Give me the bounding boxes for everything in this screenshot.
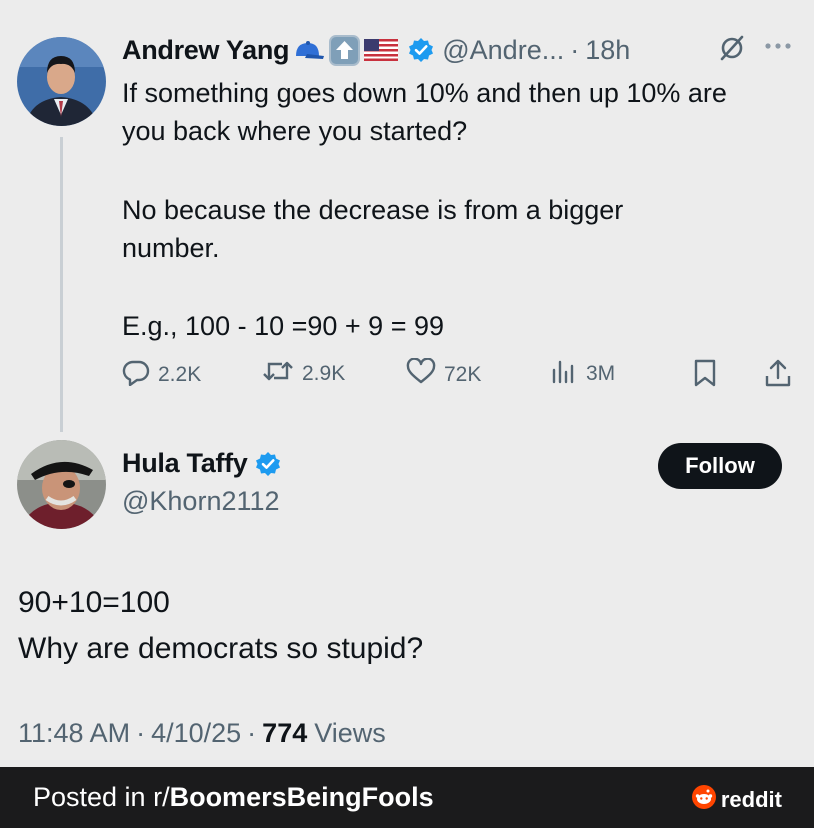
tweet-age[interactable]: 18h <box>585 35 630 66</box>
reply-view-count: 774 <box>262 718 308 748</box>
reply-icon <box>122 358 158 392</box>
meta-separator: · <box>136 718 146 748</box>
share-icon <box>764 358 800 394</box>
reddit-footer: Posted in r/BoomersBeingFools reddit <box>0 767 814 828</box>
reply-text-line: Why are democrats so stupid? <box>18 632 424 665</box>
avatar-hula-taffy[interactable] <box>17 440 106 529</box>
cap-emoji-icon <box>293 39 325 61</box>
views-button[interactable]: 3M <box>550 358 615 390</box>
grok-icon[interactable] <box>718 34 746 62</box>
posted-prefix: Posted in r/ <box>33 782 170 812</box>
up-arrow-emoji-icon <box>329 34 361 66</box>
tweet-action-bar: 2.2K 2.9K 72K 3M <box>122 357 794 394</box>
reply-author-handle[interactable]: @Khorn2112 <box>122 486 280 517</box>
tweet-text-line: No because the decrease is from a bigger <box>122 195 624 225</box>
subreddit-name[interactable]: BoomersBeingFools <box>170 782 434 812</box>
reddit-brand: reddit <box>691 785 782 815</box>
follow-button[interactable]: Follow <box>658 443 782 489</box>
repost-icon <box>262 358 302 390</box>
us-flag-emoji-icon <box>364 39 399 61</box>
reply-count: 2.2K <box>158 363 202 386</box>
bookmark-icon <box>692 358 726 394</box>
author-handle[interactable]: @Andre... <box>442 35 564 66</box>
like-count: 72K <box>444 362 482 386</box>
tweet-text-line: number. <box>122 233 220 263</box>
header-separator: · <box>570 34 580 65</box>
reply-meta: 11:48 AM · 4/10/25 · 774 Views <box>18 718 386 749</box>
reply-views-label: Views <box>314 718 386 748</box>
views-icon <box>550 358 586 390</box>
reply-date[interactable]: 4/10/25 <box>151 718 241 749</box>
repost-count: 2.9K <box>302 362 346 385</box>
heart-icon <box>406 357 444 391</box>
reply-name-row: Hula Taffy <box>122 448 281 479</box>
reply-button[interactable]: 2.2K <box>122 358 201 392</box>
reddit-wordmark: reddit <box>720 787 782 812</box>
tweet-text-line: E.g., 100 - 10 =90 + 9 = 99 <box>122 311 444 341</box>
meta-separator: · <box>247 718 257 748</box>
share-button[interactable] <box>764 358 800 394</box>
thread-connector-line <box>60 137 63 432</box>
verified-badge-icon <box>408 37 434 63</box>
verified-badge-icon <box>255 451 281 477</box>
reply-author-name[interactable]: Hula Taffy <box>122 448 248 479</box>
like-button[interactable]: 72K <box>406 357 482 391</box>
bookmark-button[interactable] <box>692 358 726 394</box>
posted-in-text: Posted in r/BoomersBeingFools <box>33 782 434 813</box>
avatar-andrew-yang[interactable] <box>17 37 106 126</box>
views-count: 3M <box>586 362 616 385</box>
reddit-icon <box>691 785 721 815</box>
tweet-text-line: If something goes down 10% and then up 1… <box>122 78 727 108</box>
reply-time[interactable]: 11:48 AM <box>18 718 130 749</box>
author-name[interactable]: Andrew Yang <box>122 35 290 66</box>
tweet-text-line: you back where you started? <box>122 116 468 146</box>
more-icon[interactable] <box>763 40 793 52</box>
reply-text-line: 90+10=100 <box>18 586 170 619</box>
repost-button[interactable]: 2.9K <box>262 358 345 390</box>
tweet-header: Andrew Yang @Andre... · 18h <box>122 30 630 70</box>
